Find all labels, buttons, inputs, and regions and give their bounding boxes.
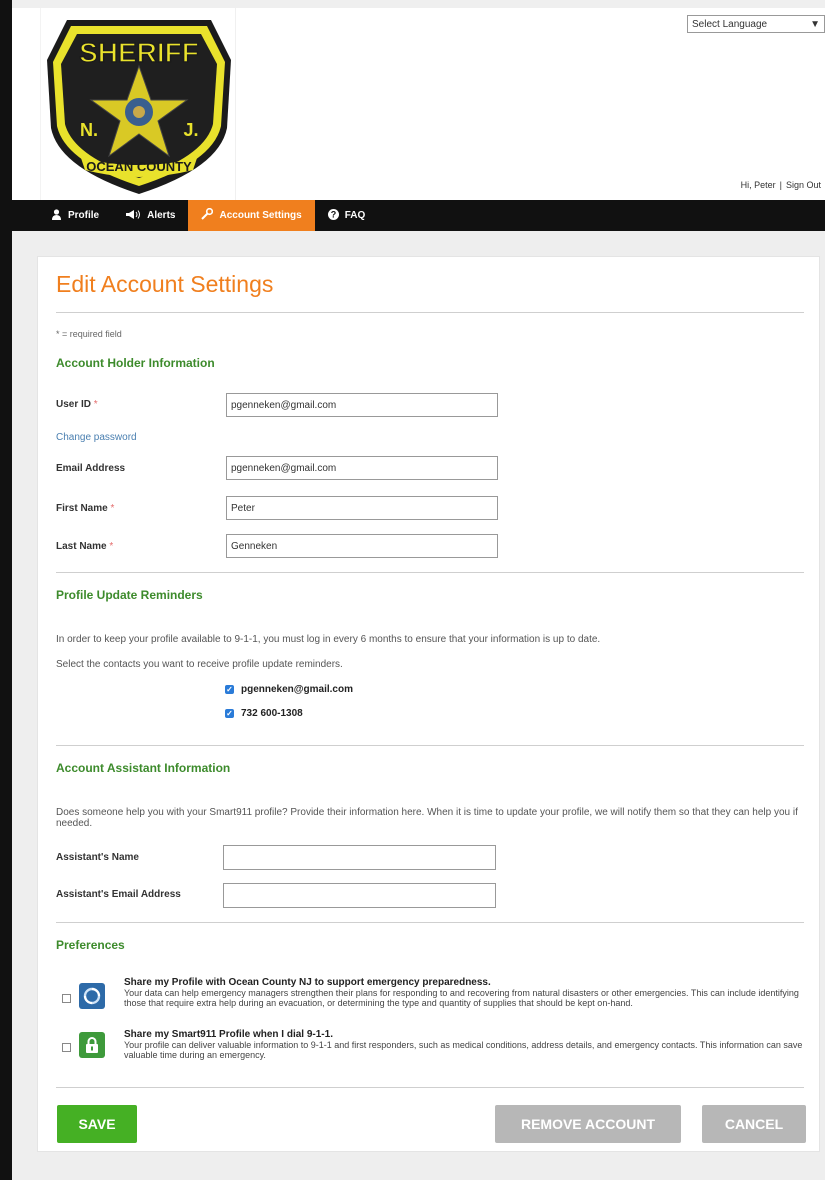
preference-checkbox[interactable]: [62, 994, 71, 1003]
remove-account-button[interactable]: REMOVE ACCOUNT: [495, 1105, 681, 1143]
first-name-input[interactable]: [226, 496, 498, 520]
settings-panel: Edit Account Settings * = required field…: [37, 256, 820, 1152]
first-name-label-text: First Name: [56, 503, 108, 514]
email-input[interactable]: [226, 456, 498, 480]
badge-left-text: N.: [80, 120, 98, 140]
save-button[interactable]: SAVE: [57, 1105, 137, 1143]
megaphone-icon: [125, 209, 141, 223]
question-circle-icon: ?: [327, 208, 339, 223]
badge-bottom-text: OCEAN COUNTY: [86, 159, 192, 174]
header-top-strip: [12, 0, 825, 8]
nav-item-label: FAQ: [344, 210, 366, 221]
window-left-edge: [0, 0, 12, 1180]
nav-item-label: Profile: [68, 210, 100, 221]
divider: [56, 745, 804, 746]
reminder-contact-phone[interactable]: ✓ 732 600-1308: [225, 708, 303, 719]
preferences-section-title: Preferences: [56, 938, 125, 952]
reminder-contact-email[interactable]: ✓ pgenneken@gmail.com: [225, 684, 353, 695]
nav-item-faq[interactable]: ? FAQ: [315, 200, 379, 231]
wrench-icon: [201, 207, 214, 223]
badge-top-text: SHERIFF: [79, 37, 199, 68]
preference-heading: Share my Profile with Ocean County NJ to…: [124, 977, 491, 988]
user-id-label: User ID *: [56, 399, 98, 410]
account-holder-section-title: Account Holder Information: [56, 356, 215, 370]
greeting-text: Hi, Peter: [740, 180, 776, 190]
preference-share-911: Share my Smart911 Profile when I dial 9-…: [60, 1029, 802, 1069]
user-id-input[interactable]: [226, 393, 498, 417]
preference-body: Your data can help emergency managers st…: [124, 988, 799, 1008]
required-mark: *: [110, 503, 115, 514]
preference-checkbox[interactable]: [62, 1043, 71, 1052]
preference-share-county: Share my Profile with Ocean County NJ to…: [60, 977, 800, 1025]
lock-icon: [79, 1032, 105, 1058]
main-nav: Profile Alerts Account Settings ? FAQ: [12, 200, 825, 231]
preference-heading: Share my Smart911 Profile when I dial 9-…: [124, 1029, 333, 1040]
nav-item-account-settings[interactable]: Account Settings: [188, 200, 315, 231]
assistant-section-title: Account Assistant Information: [56, 761, 231, 775]
assistant-name-label: Assistant's Name: [56, 852, 139, 863]
language-select-label: Select Language: [692, 18, 768, 30]
nav-item-alerts[interactable]: Alerts: [112, 200, 188, 231]
last-name-label: Last Name *: [56, 541, 113, 552]
divider: [56, 312, 804, 313]
reminders-description: In order to keep your profile available …: [56, 634, 601, 645]
last-name-input[interactable]: [226, 534, 498, 558]
preference-text: Share my Smart911 Profile when I dial 9-…: [124, 1029, 804, 1061]
lifecycle-icon: [79, 983, 105, 1009]
divider: [56, 572, 804, 573]
nav-item-label: Account Settings: [219, 210, 302, 221]
person-icon: [51, 208, 62, 223]
required-mark: *: [93, 399, 98, 410]
reminder-contact-label: 732 600-1308: [241, 708, 303, 719]
nav-item-profile[interactable]: Profile: [38, 200, 112, 231]
chevron-down-icon: ▼: [810, 18, 820, 30]
first-name-label: First Name *: [56, 503, 114, 514]
nav-item-label: Alerts: [147, 210, 176, 221]
preference-text: Share my Profile with Ocean County NJ to…: [124, 977, 804, 1009]
user-id-label-text: User ID: [56, 399, 92, 410]
checkbox-checked-icon[interactable]: ✓: [225, 709, 234, 718]
divider: [56, 922, 804, 923]
assistant-email-input[interactable]: [223, 883, 496, 908]
change-password-link[interactable]: Change password: [56, 432, 137, 443]
site-header: SHERIFF N. J. OCEAN COUNTY Select Langua…: [12, 0, 825, 200]
required-field-note: * = required field: [56, 329, 122, 339]
logo-box[interactable]: SHERIFF N. J. OCEAN COUNTY: [40, 8, 236, 200]
preference-body: Your profile can deliver valuable inform…: [124, 1040, 803, 1060]
reminders-section-title: Profile Update Reminders: [56, 588, 203, 602]
email-label: Email Address: [56, 463, 126, 474]
required-mark: *: [109, 541, 114, 552]
badge-right-text: J.: [183, 120, 198, 140]
language-select[interactable]: Select Language ▼: [687, 15, 825, 33]
checkbox-checked-icon[interactable]: ✓: [225, 685, 234, 694]
user-links: Hi, Peter | Sign Out: [739, 180, 823, 190]
assistant-description: Does someone help you with your Smart911…: [56, 807, 798, 829]
divider: [56, 1087, 804, 1088]
assistant-name-input[interactable]: [223, 845, 496, 870]
cancel-button[interactable]: CANCEL: [702, 1105, 806, 1143]
sheriff-badge-logo: SHERIFF N. J. OCEAN COUNTY: [47, 20, 231, 194]
reminder-contact-label: pgenneken@gmail.com: [241, 684, 353, 695]
page-title: Edit Account Settings: [56, 271, 274, 297]
reminders-instruction: Select the contacts you want to receive …: [56, 659, 343, 670]
sign-out-link[interactable]: Sign Out: [786, 180, 821, 190]
link-separator: |: [779, 180, 782, 190]
assistant-email-label: Assistant's Email Address: [56, 889, 181, 900]
last-name-label-text: Last Name: [56, 541, 107, 552]
svg-text:?: ?: [330, 209, 336, 219]
